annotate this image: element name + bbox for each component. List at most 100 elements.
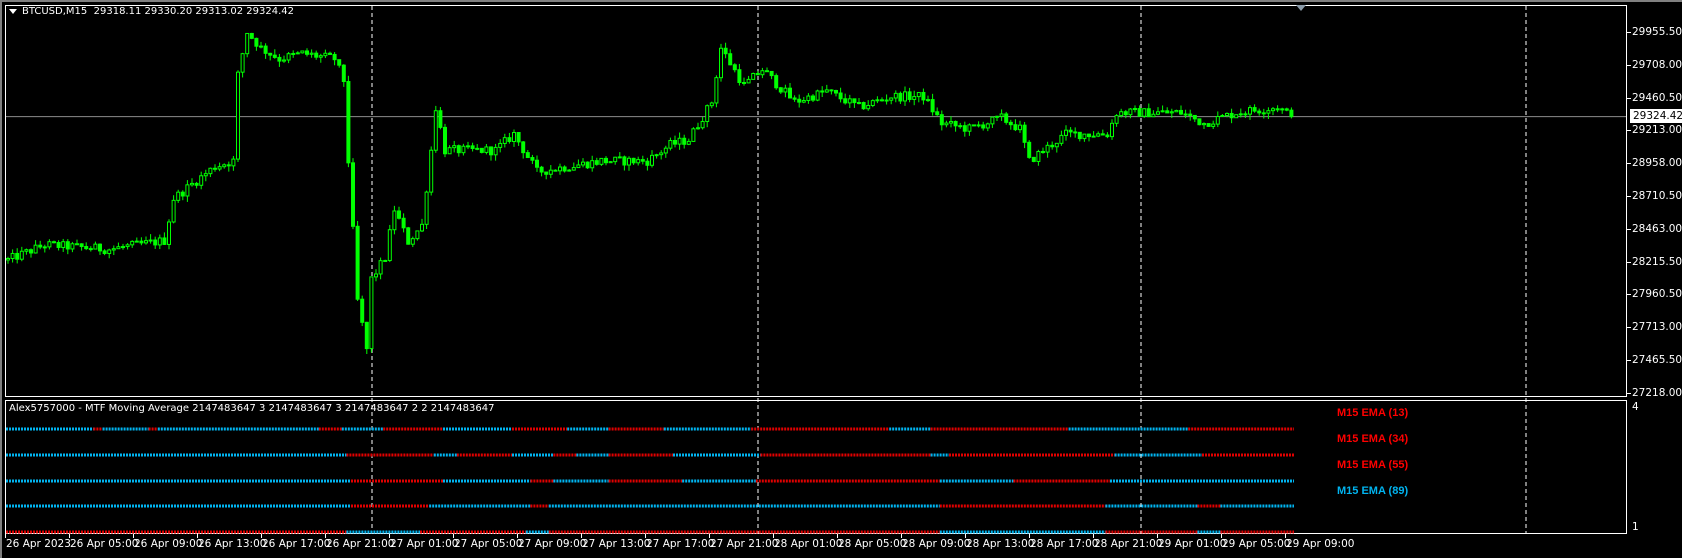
candle-body <box>337 59 342 66</box>
candle-body <box>1100 133 1105 136</box>
candle-body <box>1013 124 1018 131</box>
candle-body <box>732 64 737 71</box>
candle-body <box>1114 115 1119 124</box>
candle-body <box>1289 109 1294 118</box>
candle-body <box>52 241 56 244</box>
candle-body <box>875 99 880 102</box>
candle-body <box>61 241 66 248</box>
candle-body <box>1045 144 1050 153</box>
candle-body <box>617 156 622 159</box>
candle-body <box>645 160 650 166</box>
candle-body <box>75 243 79 246</box>
candle-body <box>167 221 171 245</box>
candle-body <box>673 139 677 145</box>
candle-body <box>1165 110 1170 114</box>
candle-body <box>15 252 20 260</box>
candle-body <box>958 125 963 128</box>
candle-body <box>102 250 107 254</box>
candle-body <box>249 32 254 39</box>
candle-body <box>1059 134 1064 144</box>
candle-body <box>1064 129 1068 136</box>
candle-body <box>360 298 365 323</box>
candle-body <box>1215 116 1220 125</box>
candle-body <box>401 217 406 229</box>
price-tick: 27465.50 <box>1626 354 1682 366</box>
candle-body <box>107 249 112 254</box>
candle-body <box>121 246 125 249</box>
candle-body <box>847 98 852 104</box>
candle-body <box>341 64 346 83</box>
candle-body <box>594 160 599 165</box>
time-tick: 26 Apr 21:00 <box>324 534 395 550</box>
price-tick: 27218.00 <box>1626 386 1682 399</box>
candle-body <box>677 137 682 145</box>
candle-body <box>1243 113 1248 116</box>
time-tick: 26 Apr 09:00 <box>132 534 203 550</box>
candle-body <box>636 159 641 164</box>
candle-body <box>916 91 921 98</box>
candle-body <box>272 54 277 58</box>
candle-body <box>456 145 461 154</box>
candle-body <box>1229 112 1234 119</box>
candle-body <box>1271 108 1275 112</box>
candle-body <box>939 114 944 126</box>
time-tick: 27 Apr 13:00 <box>580 534 651 550</box>
candle-body <box>788 87 792 99</box>
candle-body <box>6 258 10 261</box>
ema-label-13: M15 EMA (13) <box>1337 407 1409 419</box>
candle-body <box>502 137 507 144</box>
candle-body <box>631 157 636 164</box>
candle-body <box>47 241 52 248</box>
candle-body <box>838 92 843 100</box>
time-tick: 27 Apr 09:00 <box>516 534 587 550</box>
candle-body <box>1096 133 1101 137</box>
candle-body <box>355 225 360 300</box>
dropdown-triangle-icon[interactable] <box>9 8 17 14</box>
candle-body <box>378 260 383 275</box>
candle-body <box>852 98 857 104</box>
candle-body <box>254 37 259 47</box>
time-tick: 27 Apr 17:00 <box>644 534 715 550</box>
time-tick: 28 Apr 17:00 <box>1028 534 1099 550</box>
candle-body <box>185 184 190 197</box>
candle-body <box>999 113 1004 117</box>
candle-body <box>751 73 756 80</box>
candle-body <box>599 157 604 165</box>
price-tick: 29460.50 <box>1626 91 1682 104</box>
candle-body <box>217 166 222 170</box>
candle-body <box>1137 108 1142 117</box>
candle-body <box>392 210 397 231</box>
candle-body <box>180 191 185 197</box>
candle-body <box>668 139 673 149</box>
candle-body <box>516 131 521 143</box>
candle-body <box>10 252 15 260</box>
candle-body <box>1036 151 1041 162</box>
candle-body <box>1169 111 1174 114</box>
candle-body <box>659 152 664 156</box>
candle-body <box>98 243 102 252</box>
candle-body <box>429 149 434 193</box>
shift-marker-icon[interactable] <box>1296 5 1306 11</box>
candle-body <box>553 169 558 172</box>
time-tick: 28 Apr 01:00 <box>772 534 843 550</box>
time-tick: 27 Apr 21:00 <box>708 534 779 550</box>
candle-body <box>153 239 158 246</box>
current-price-label: 29324.42 <box>1630 109 1682 123</box>
candle-body <box>194 182 199 186</box>
candle-body <box>29 249 33 254</box>
time-tick: 27 Apr 01:00 <box>388 534 459 550</box>
candle-body <box>424 191 429 225</box>
candle-body <box>1220 115 1225 118</box>
candle-body <box>79 243 84 248</box>
candle-body <box>1082 133 1087 140</box>
candle-body <box>870 100 875 106</box>
candle-body <box>318 55 323 58</box>
candle-body <box>387 229 392 261</box>
candle-body <box>604 157 608 164</box>
candle-body <box>765 70 769 73</box>
candle-body <box>364 321 369 350</box>
candle-body <box>567 169 572 172</box>
candle-body <box>236 71 240 160</box>
candle-body <box>1105 134 1110 138</box>
candle-body <box>111 248 116 251</box>
